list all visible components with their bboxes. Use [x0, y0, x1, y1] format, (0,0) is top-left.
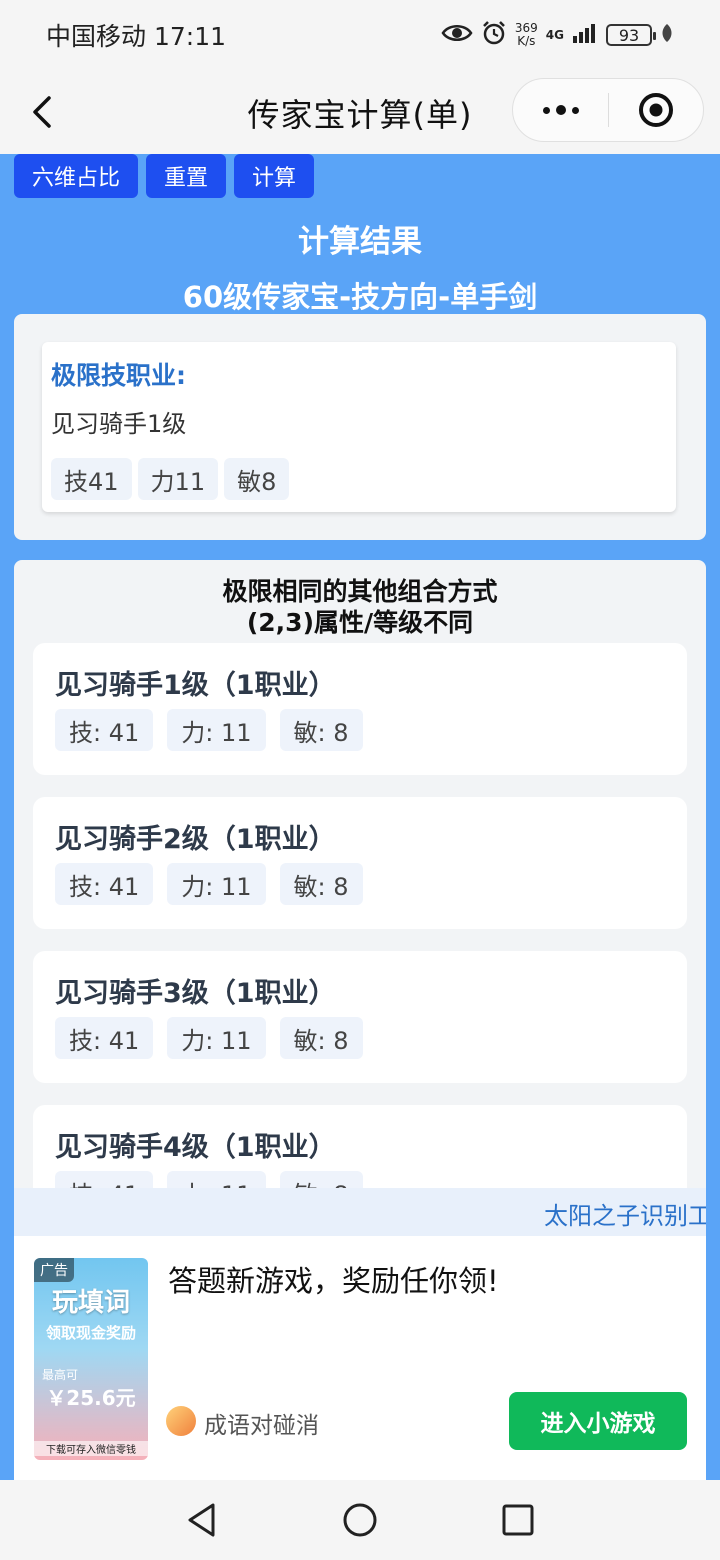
stat-tag: 力: 11 — [167, 863, 266, 905]
result-panel: 极限技职业: 见习骑手1级 技41 力11 敏8 — [14, 314, 706, 540]
calculate-button[interactable]: 计算 — [234, 154, 315, 198]
more-dot-icon — [571, 106, 579, 114]
nav-back-button[interactable] — [182, 1500, 222, 1540]
close-miniprogram-button[interactable] — [609, 79, 703, 141]
status-left: 中国移动 17:11 — [46, 17, 226, 53]
stat-tag: 力: 11 — [167, 1017, 266, 1059]
stat-tag: 敏: 8 — [279, 709, 363, 751]
ad-badge: 广告 — [34, 1258, 74, 1282]
circle-home-icon — [343, 1503, 377, 1537]
title-bar: 传家宝计算(单) — [0, 70, 720, 154]
ad-image-amount: ￥25.6元 — [46, 1386, 136, 1410]
network-type: 4G — [545, 28, 564, 42]
ad-image-max-label: 最高可 — [42, 1368, 79, 1382]
result-job: 见习骑手1级 — [51, 410, 187, 438]
stat-tag: 力11 — [137, 458, 219, 500]
status-right: 369 K/s 4G 93 — [441, 20, 674, 50]
ad-headline[interactable]: 答题新游戏，奖励任你领! — [168, 1258, 499, 1300]
carrier-name: 中国移动 — [46, 22, 147, 51]
clock: 17:11 — [153, 22, 227, 51]
enter-game-button[interactable]: 进入小游戏 — [509, 1392, 687, 1450]
result-subheading: 60级传家宝-技方向-单手剑 — [182, 280, 538, 314]
marquee-text: 太阳之子识别工 — [544, 1202, 706, 1230]
ad-image-footer: 下载可存入微信零钱 — [34, 1441, 148, 1456]
combo-title: 见习骑手2级（1职业） — [55, 824, 336, 855]
stat-tag: 敏: 8 — [279, 863, 363, 905]
ad-image-subline: 领取现金奖励 — [45, 1324, 136, 1342]
app-icon — [166, 1406, 196, 1436]
combo-card: 见习骑手1级（1职业） 技: 41 力: 11 敏: 8 — [33, 643, 687, 775]
combo-title: 见习骑手3级（1职业） — [55, 978, 336, 1009]
miniprogram-capsule — [512, 78, 704, 142]
stat-tag: 敏8 — [224, 458, 290, 500]
stat-tag: 力: 11 — [167, 709, 266, 751]
combo-title: 见习骑手4级（1职业） — [55, 1132, 336, 1163]
combo-card: 见习骑手4级（1职业） 技: 41 力: 11 敏: 8 — [33, 1105, 687, 1200]
battery-icon: 93 — [606, 24, 656, 46]
result-tags: 技41 力11 敏8 — [51, 458, 290, 500]
ratio-button[interactable]: 六维占比 — [14, 154, 139, 198]
result-heading: 计算结果 — [298, 224, 422, 260]
more-dot-icon — [542, 106, 550, 114]
combo-tags: 技: 41 力: 11 敏: 8 — [55, 709, 363, 751]
system-nav-bar — [0, 1480, 720, 1560]
ad-image-headline: 玩填词 — [51, 1288, 130, 1318]
more-button[interactable] — [513, 79, 608, 141]
stat-tag: 技: 41 — [55, 1017, 154, 1059]
nav-home-button[interactable] — [340, 1500, 380, 1540]
ad-banner[interactable]: 广告 玩填词 领取现金奖励 最高可 ￥25.6元 下载可存入微信零钱 答题新游戏… — [14, 1236, 706, 1480]
nav-recents-button[interactable] — [498, 1500, 538, 1540]
result-card: 极限技职业: 见习骑手1级 技41 力11 敏8 — [42, 342, 676, 512]
net-speed: 369 K/s — [515, 22, 538, 48]
target-close-icon — [639, 93, 673, 127]
triangle-back-icon — [188, 1503, 215, 1537]
result-card-title: 极限技职业: — [51, 361, 186, 390]
square-recents-icon — [502, 1504, 534, 1536]
net-speed-unit: K/s — [517, 34, 536, 48]
combo-title: 见习骑手1级（1职业） — [55, 670, 336, 701]
reset-button[interactable]: 重置 — [146, 154, 227, 198]
combos-title-line1: 极限相同的其他组合方式 — [222, 577, 498, 606]
marquee-banner[interactable]: 太阳之子识别工 — [14, 1188, 706, 1236]
stat-tag: 技: 41 — [55, 863, 154, 905]
ad-image[interactable]: 广告 玩填词 领取现金奖励 最高可 ￥25.6元 下载可存入微信零钱 — [34, 1258, 148, 1460]
alarm-icon — [481, 20, 507, 50]
combos-title: 极限相同的其他组合方式 (2,3)属性/等级不同 — [14, 576, 706, 638]
battery-level: 93 — [618, 25, 640, 45]
combo-tags: 技: 41 力: 11 敏: 8 — [55, 863, 363, 905]
combos-title-line2: (2,3)属性/等级不同 — [246, 608, 474, 637]
eye-icon — [441, 22, 473, 48]
combo-card: 见习骑手2级（1职业） 技: 41 力: 11 敏: 8 — [33, 797, 687, 929]
ad-app-name: 成语对碰消 — [204, 1413, 319, 1439]
combos-panel[interactable]: 极限相同的其他组合方式 (2,3)属性/等级不同 见习骑手1级（1职业） 技: … — [14, 560, 706, 1200]
leaf-icon — [660, 23, 674, 47]
stat-tag: 技: 41 — [55, 709, 154, 751]
stat-tag: 技41 — [51, 458, 132, 500]
status-bar: 中国移动 17:11 369 K/s 4G 93 — [0, 0, 720, 70]
combo-card: 见习骑手3级（1职业） 技: 41 力: 11 敏: 8 — [33, 951, 687, 1083]
toolbar: 六维占比 重置 计算 — [14, 154, 315, 198]
stat-tag: 敏: 8 — [279, 1017, 363, 1059]
more-dot-icon — [555, 105, 566, 115]
combo-tags: 技: 41 力: 11 敏: 8 — [55, 1017, 363, 1059]
signal-icon — [572, 22, 598, 48]
